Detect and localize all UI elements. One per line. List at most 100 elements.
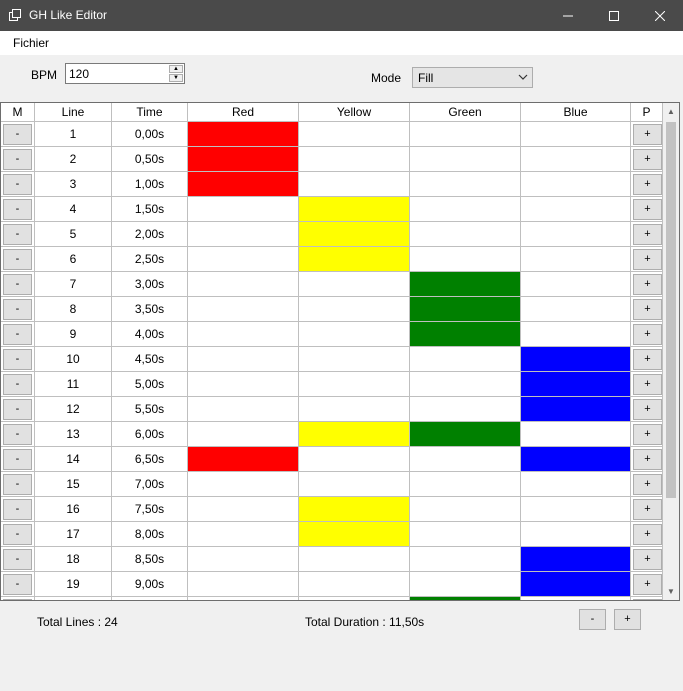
scroll-down-icon[interactable]: ▼ [663,583,679,600]
maximize-button[interactable] [591,0,637,31]
mode-select[interactable]: Fill [412,67,533,88]
menu-fichier[interactable]: Fichier [13,36,49,50]
note-cell-green[interactable] [410,247,521,272]
note-cell-green[interactable] [410,522,521,547]
note-cell-blue[interactable] [521,572,631,597]
add-row-button[interactable]: + [633,124,662,145]
remove-row-button[interactable]: - [3,549,32,570]
add-line-button[interactable]: + [614,609,641,630]
add-row-button[interactable]: + [633,399,662,420]
note-cell-blue[interactable] [521,247,631,272]
remove-row-button[interactable]: - [3,349,32,370]
minimize-button[interactable] [545,0,591,31]
remove-row-button[interactable]: - [3,374,32,395]
note-cell-red[interactable] [188,322,299,347]
note-cell-yellow[interactable] [299,547,410,572]
note-cell-red[interactable] [188,572,299,597]
add-row-button[interactable]: + [633,449,662,470]
note-cell-yellow[interactable] [299,397,410,422]
note-cell-blue[interactable] [521,222,631,247]
note-cell-yellow[interactable] [299,497,410,522]
add-row-button[interactable]: + [633,574,662,595]
add-row-button[interactable]: + [633,299,662,320]
add-row-button[interactable]: + [633,424,662,445]
note-cell-yellow[interactable] [299,522,410,547]
note-cell-blue[interactable] [521,322,631,347]
note-cell-red[interactable] [188,372,299,397]
remove-row-button[interactable]: - [3,199,32,220]
note-cell-green[interactable] [410,222,521,247]
note-cell-green[interactable] [410,172,521,197]
remove-row-button[interactable]: - [3,574,32,595]
note-cell-green[interactable] [410,447,521,472]
spin-up-icon[interactable]: ▲ [169,65,183,73]
note-cell-red[interactable] [188,297,299,322]
add-row-button[interactable]: + [633,524,662,545]
note-cell-red[interactable] [188,347,299,372]
remove-row-button[interactable]: - [3,224,32,245]
note-cell-green[interactable] [410,397,521,422]
note-cell-yellow[interactable] [299,572,410,597]
note-cell-red[interactable] [188,172,299,197]
scroll-up-icon[interactable]: ▲ [663,103,679,120]
note-cell-blue[interactable] [521,372,631,397]
remove-row-button[interactable]: - [3,299,32,320]
note-cell-red[interactable] [188,197,299,222]
note-cell-green[interactable] [410,272,521,297]
note-cell-yellow[interactable] [299,597,410,600]
remove-row-button[interactable]: - [3,474,32,495]
add-row-button[interactable]: + [633,249,662,270]
add-row-button[interactable]: + [633,324,662,345]
note-cell-red[interactable] [188,422,299,447]
note-cell-red[interactable] [188,447,299,472]
note-cell-red[interactable] [188,547,299,572]
note-cell-blue[interactable] [521,422,631,447]
notes-grid[interactable]: M Line Time Red Yellow Green Blue P -1 0,00s + -2 0,… [0,102,680,601]
spin-down-icon[interactable]: ▼ [169,74,183,82]
note-cell-blue[interactable] [521,397,631,422]
note-cell-yellow[interactable] [299,247,410,272]
remove-line-button[interactable]: - [579,609,606,630]
note-cell-yellow[interactable] [299,222,410,247]
add-row-button[interactable]: + [633,474,662,495]
note-cell-blue[interactable] [521,272,631,297]
scroll-thumb[interactable] [666,122,676,498]
remove-row-button[interactable]: - [3,424,32,445]
note-cell-red[interactable] [188,397,299,422]
remove-row-button[interactable]: - [3,524,32,545]
add-row-button[interactable]: + [633,274,662,295]
note-cell-red[interactable] [188,272,299,297]
note-cell-red[interactable] [188,122,299,147]
note-cell-green[interactable] [410,572,521,597]
remove-row-button[interactable]: - [3,449,32,470]
note-cell-green[interactable] [410,422,521,447]
note-cell-yellow[interactable] [299,322,410,347]
note-cell-green[interactable] [410,472,521,497]
note-cell-blue[interactable] [521,497,631,522]
remove-row-button[interactable]: - [3,599,32,600]
add-row-button[interactable]: + [633,224,662,245]
note-cell-yellow[interactable] [299,272,410,297]
add-row-button[interactable]: + [633,149,662,170]
note-cell-yellow[interactable] [299,472,410,497]
note-cell-blue[interactable] [521,597,631,600]
note-cell-yellow[interactable] [299,197,410,222]
note-cell-red[interactable] [188,147,299,172]
add-row-button[interactable]: + [633,499,662,520]
note-cell-yellow[interactable] [299,122,410,147]
remove-row-button[interactable]: - [3,124,32,145]
note-cell-yellow[interactable] [299,347,410,372]
add-row-button[interactable]: + [633,549,662,570]
note-cell-red[interactable] [188,472,299,497]
note-cell-green[interactable] [410,597,521,600]
add-row-button[interactable]: + [633,199,662,220]
note-cell-yellow[interactable] [299,172,410,197]
remove-row-button[interactable]: - [3,499,32,520]
add-row-button[interactable]: + [633,349,662,370]
note-cell-red[interactable] [188,497,299,522]
note-cell-red[interactable] [188,222,299,247]
note-cell-yellow[interactable] [299,147,410,172]
note-cell-green[interactable] [410,497,521,522]
remove-row-button[interactable]: - [3,274,32,295]
note-cell-yellow[interactable] [299,372,410,397]
